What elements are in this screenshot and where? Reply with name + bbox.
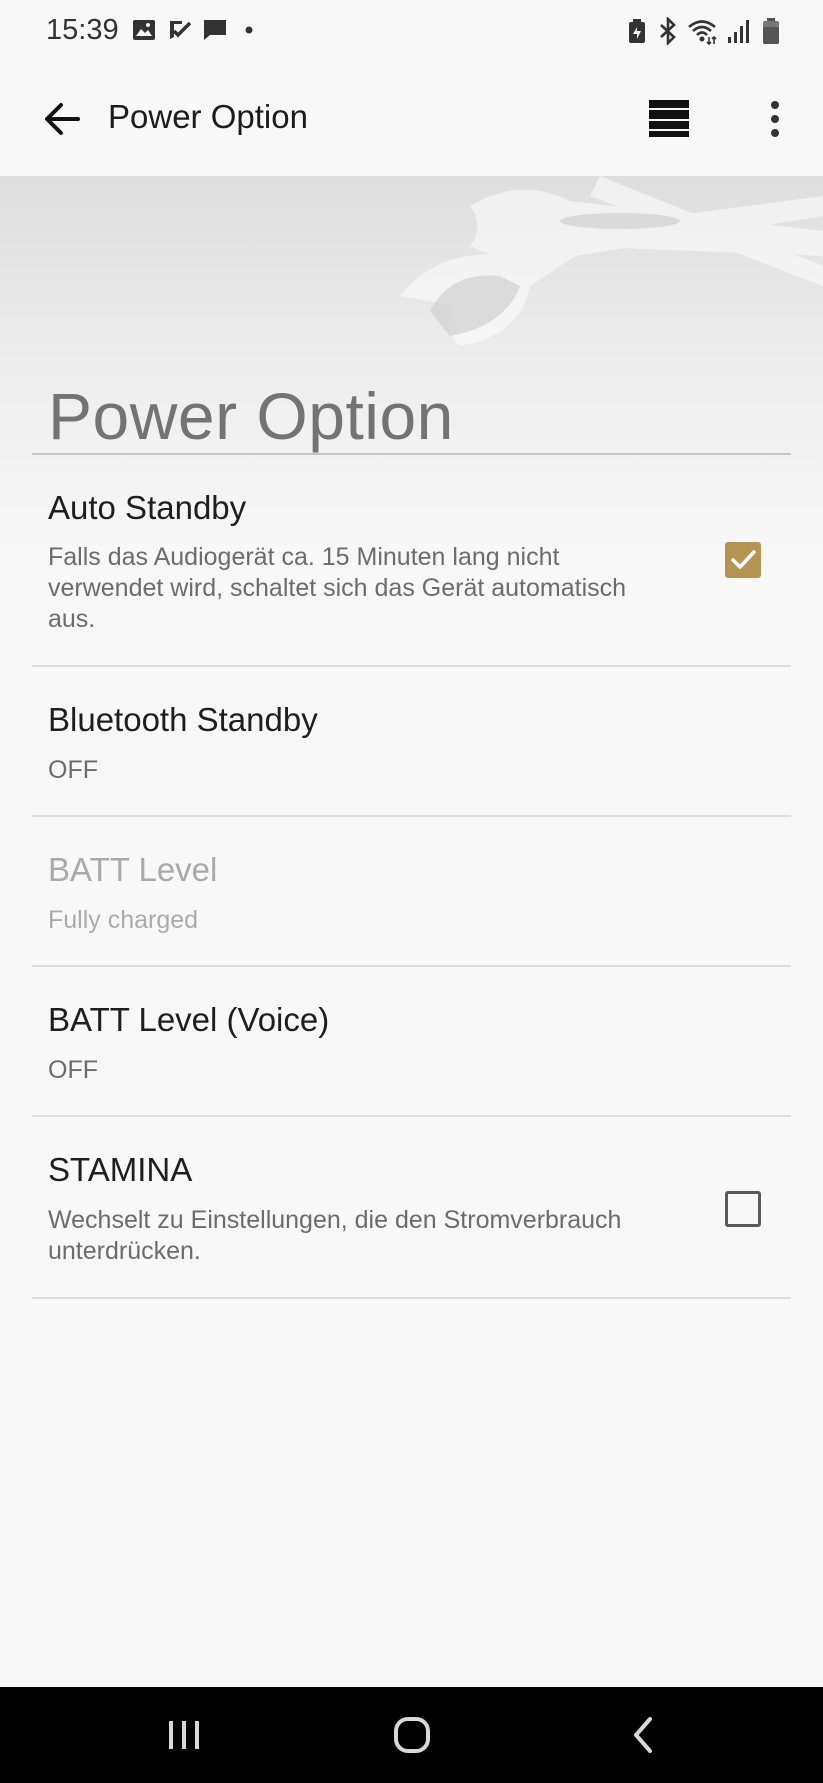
wifi-icon — [688, 20, 717, 45]
pref-batt-level: BATT Level Fully charged — [32, 817, 791, 967]
app-bar-title: Power Option — [108, 98, 308, 135]
pref-auto-standby[interactable]: Auto Standby Falls das Audiogerät ca. 15… — [32, 455, 791, 667]
pref-title: BATT Level (Voice) — [48, 1001, 330, 1038]
pref-summary: OFF — [48, 1056, 98, 1084]
recents-icon[interactable] — [160, 1711, 208, 1759]
pref-summary: OFF — [48, 756, 98, 784]
battery-icon — [763, 18, 779, 44]
pref-summary: Falls das Audiogerät ca. 15 Minuten lang… — [48, 543, 627, 633]
pref-summary: Fully charged — [48, 906, 199, 934]
equalizer-icon[interactable] — [644, 94, 694, 144]
home-icon[interactable] — [388, 1711, 436, 1759]
message-icon — [204, 20, 226, 40]
gallery-icon — [133, 20, 155, 40]
stamina-checkbox[interactable] — [725, 1191, 761, 1227]
auto-standby-checkbox[interactable] — [725, 542, 761, 578]
system-nav-bar — [0, 1687, 823, 1783]
pref-summary: Wechselt zu Einstellungen, die den Strom… — [48, 1206, 622, 1265]
arrow-left-icon[interactable] — [40, 96, 86, 142]
pref-title: BATT Level — [48, 851, 218, 888]
pref-title: STAMINA — [48, 1151, 193, 1188]
pref-batt-level-voice[interactable]: BATT Level (Voice) OFF — [32, 967, 791, 1117]
back-icon[interactable] — [620, 1711, 668, 1759]
pref-title: Auto Standby — [48, 489, 247, 526]
status-right-icons — [627, 17, 797, 45]
pref-title: Bluetooth Standby — [48, 701, 318, 738]
pref-stamina[interactable]: STAMINA Wechselt zu Einstellungen, die d… — [32, 1117, 791, 1299]
signal-icon — [728, 20, 749, 43]
pref-bluetooth-standby[interactable]: Bluetooth Standby OFF — [32, 667, 791, 817]
page-heading: Power Option — [48, 379, 454, 453]
task-check-icon — [170, 21, 192, 39]
status-time: 15:39 — [46, 14, 119, 46]
app-bar: Power Option — [0, 60, 823, 176]
dot-icon — [245, 26, 253, 34]
more-vert-icon[interactable] — [760, 94, 790, 144]
status-bar: 15:39 — [0, 0, 823, 60]
battery-saver-icon — [629, 19, 645, 43]
checkmark-icon — [731, 550, 756, 569]
bluetooth-icon — [660, 17, 676, 45]
